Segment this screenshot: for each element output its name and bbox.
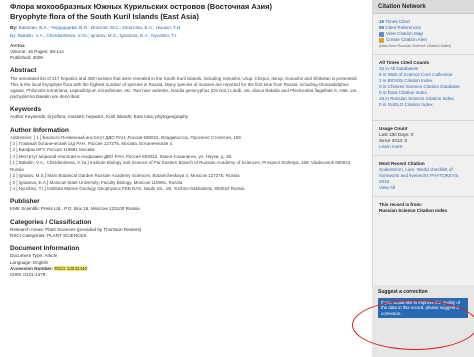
author-keywords: Author Keywords: bryoflora; mosses; hepa… [10,114,189,120]
record-title-ru: Флора мохообразных Южных Курильских остр… [10,2,272,11]
all-times-cited-block: All Times Cited Counts 16 in All Databas… [373,55,474,121]
times-cited-count[interactable]: 16 [379,19,384,24]
suggest-correction-panel: Suggest a correction If you would like t… [372,285,474,357]
record-title-en: Bryophyte flora of the South Kuril Islan… [10,12,199,21]
authors-ru-list[interactable]: Бакалин, В.А.; Чердадцева, В.Я.; Игнатов… [19,25,182,30]
authors-en: By: Bakalin, V.A.; Cherdantseva, V.Ya.; … [10,33,364,40]
recent-citation-block: Most Recent Citation Soderstrom, Lars. W… [373,156,474,197]
abstract-heading: Abstract [10,67,37,74]
citation-network-block: 16 Times Cited 59 Cited References View … [373,14,474,55]
accession-label: Accession Number: [10,265,54,271]
authors-en-list[interactable]: By: Bakalin, V.A.; Cherdantseva, V.Ya.; … [10,33,178,38]
citation-network-heading: Citation Network [373,0,474,14]
alert-bell-icon [379,37,384,43]
recent-view-all-link[interactable]: View All [379,185,468,191]
doc-info-heading: Document Information [10,245,80,253]
author-info-heading: Author Information [10,126,69,134]
issn: ISSN: 0131-1379 [10,272,46,278]
source-info: Arctoa Volume: 16 Pages: 69-114 Publishe… [10,43,364,61]
keywords-heading: Keywords [10,106,42,114]
record-main-panel: Флора мохообразных Южных Курильских остр… [0,0,370,357]
rsci-categories: RSCI Categories: PLANT SCIENCES [10,232,87,238]
authors-ru: By: Бакалин, В.А.; Чердадцева, В.Я.; Игн… [10,25,364,32]
data-source-note: (data from Russian Science Citation Inde… [379,44,452,48]
cited-refs-count[interactable]: 59 [379,25,384,30]
address-line: [ 4 ] Nyushko, T.I.] Institute Marine Ge… [10,185,245,191]
authors-label: By: [10,25,18,30]
record-source-name: Russian Science Citation Index [379,208,448,213]
publisher-heading: Publisher [10,198,40,206]
recent-citation-text[interactable]: Soderstrom, Lars. World checklist of hor… [379,167,468,185]
record-source-block: This record is from: Russian Science Cit… [373,197,474,219]
published-date: Published: 2009 [10,55,43,60]
cited-refs-label[interactable]: Cited References [385,25,421,30]
usage-count-block: Usage Count Last 180 Days: 0 Since 2013:… [373,121,474,156]
usage-learn-more-link[interactable]: Learn more [379,144,468,150]
categories-heading: Categories / Classification [10,218,92,226]
count-scielo[interactable]: 0 in SciELO Citation Index [379,102,468,108]
citation-map-icon [379,31,384,37]
suggest-correction-heading: Suggest a correction [378,289,428,295]
accession-number: RSCI:13042440 [54,265,88,271]
suggest-correction-link[interactable]: If you would like to improve the quality… [378,298,468,319]
publisher-text: KMK Scientific Press Ltd., P.O. Box 16, … [10,206,140,212]
times-cited-label[interactable]: Times Cited [385,19,409,24]
address-list: Addresses: [ 1 ] Биолого-Почвенный инсти… [10,135,364,193]
address-line: [ 1 ] Bakalin, V.A.; Cherdantseva, V.Ya.… [10,160,352,172]
abstract-text: The annotated list of 217 hepatics and 3… [10,76,358,100]
